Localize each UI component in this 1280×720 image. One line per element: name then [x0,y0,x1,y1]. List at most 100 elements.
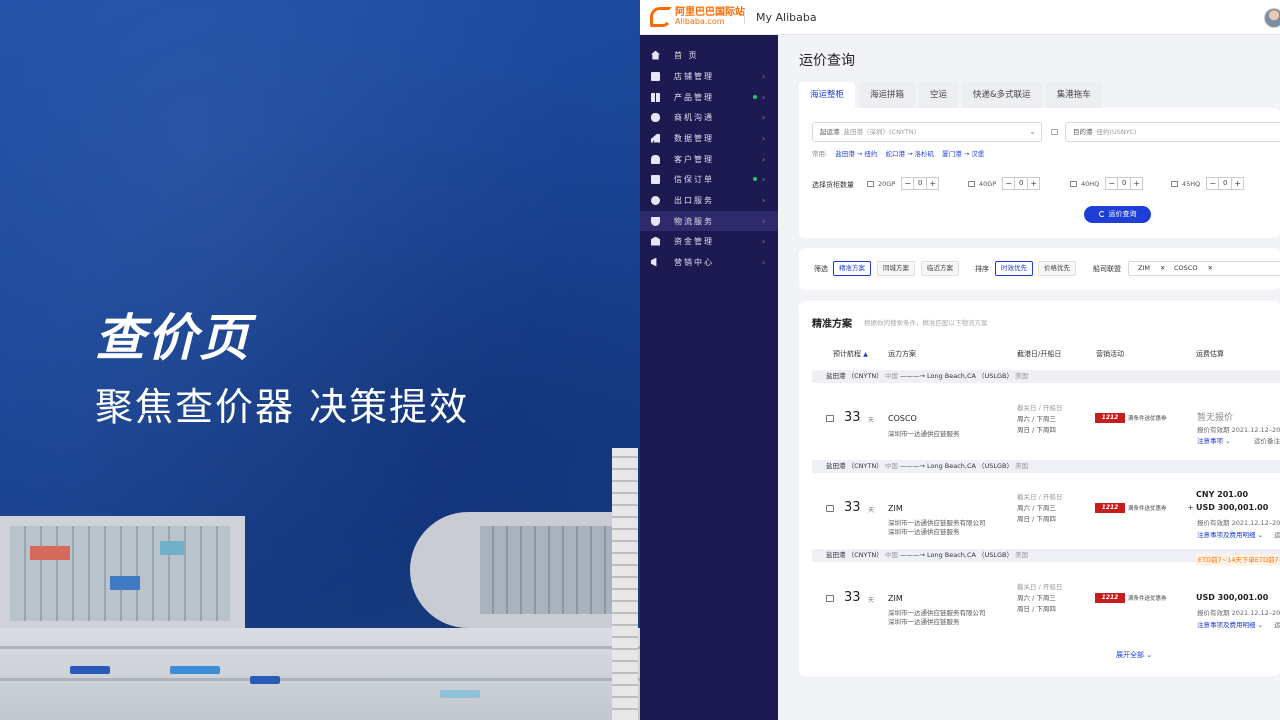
notification-dot [753,177,757,181]
avatar[interactable] [1264,8,1280,28]
minus-button[interactable]: − [1206,177,1220,190]
quantity-value[interactable]: 0 [1118,177,1131,190]
column-header-price: 运费估算 [1196,350,1224,358]
column-header-duration[interactable]: 预计航程 ▲ [833,349,868,359]
close-icon[interactable]: ✕ [1160,264,1165,272]
transit-days: 33 [844,410,861,425]
alibaba-logo[interactable]: 阿里巴巴国际站 Alibaba.com [650,7,745,27]
promo-badge[interactable]: 1212 满条件送优惠券 [1095,413,1167,423]
sidebar-item-customers[interactable]: 客户管理 › [640,149,778,169]
notes-link[interactable]: 注意事项 ⌄ [1197,435,1231,445]
sort-chip-time[interactable]: 时效优先 [995,261,1033,276]
sidebar-item-finance[interactable]: 资金管理 › [640,231,778,251]
minus-button[interactable]: − [1105,177,1119,190]
container-stack-image [0,516,245,631]
route-arrow: ———→ [899,462,925,470]
tab-lcl[interactable]: 海运拼箱 [859,82,916,108]
sidebar-item-orders[interactable]: 信保订单 › [640,169,778,189]
rate-remarks-link[interactable]: 运 [1274,529,1280,539]
sidebar-item-label: 营销中心 [674,257,714,267]
destination-port-select[interactable]: 目的港 纽约(USNYC) [1065,122,1280,142]
promo-badge[interactable]: 1212 满条件送优惠券 [1095,593,1167,603]
promo-badge[interactable]: 1212 满条件送优惠券 [1095,503,1167,513]
plus-button[interactable]: + [1231,177,1245,190]
rate-remarks-link[interactable]: 运价备注 ⓘ [1254,435,1280,445]
route-from: 盐田港 （CNYTN） [826,551,883,559]
expand-all-link[interactable]: 展开全部 ⌄ [1116,650,1152,660]
container-icon [968,180,975,187]
chevron-right-icon: › [762,112,766,122]
common-route-link[interactable]: 厦门港 → 汉堡 [942,150,984,158]
quantity-stepper: − 0 + [901,177,940,190]
sidebar-item-label: 店铺管理 [674,71,714,81]
quantity-value[interactable]: 0 [1015,177,1028,190]
sort-label: 排序 [975,265,989,273]
common-label: 常用: [812,150,828,158]
sidebar-item-data[interactable]: 数据管理 › [640,128,778,148]
minus-button[interactable]: − [1002,177,1016,190]
common-route-link[interactable]: 蛇口港 → 洛杉矶 [885,150,934,158]
logo-cn-text: 阿里巴巴国际站 [675,7,745,18]
price-estimate: 暂无报价 [1197,413,1234,423]
ship-route-icon [826,595,834,602]
route-to: Long Beach,CA （USLGB） [926,372,1014,380]
users-icon [651,154,660,164]
sidebar-item-marketing[interactable]: 营销中心 › [640,252,778,272]
search-rates-button[interactable]: 运价查询 [1084,206,1151,223]
alibaba-logo-icon [650,7,672,27]
rate-remarks-link[interactable]: 运 [1274,619,1280,629]
sidebar-item-chat[interactable]: 商机沟通 › [640,107,778,127]
sidebar-item-home[interactable]: 首 页 [640,45,778,65]
route-bar: 盐田港 （CNYTN） 中国 ———→ Long Beach,CA （USLGB… [812,460,1280,473]
origin-port-select[interactable]: 起运港 盐田港（深圳）(CNYTN) ⌄ [812,122,1042,142]
promo-1212-icon: 1212 [1095,503,1125,513]
route-country: 美国 [1015,551,1029,559]
tab-trucking[interactable]: 集港拖车 [1045,82,1102,108]
ship-route-icon [826,415,834,422]
filter-chip-samecity[interactable]: 同城方案 [877,261,915,276]
tab-express[interactable]: 快递&多式联运 [962,82,1042,108]
schedule-line: 周日 / 下周四 [1017,515,1056,523]
common-route-link[interactable]: 盐田港 → 纽约 [835,150,877,158]
tab-air[interactable]: 空运 [919,82,959,108]
route-arrow: ———→ [899,551,925,559]
promo-text: 满条件送优惠券 [1128,506,1167,512]
tab-fcl[interactable]: 海运整柜 [799,82,856,108]
filter-chip-nearby[interactable]: 临近方案 [921,261,959,276]
filter-chip-exact[interactable]: 精准方案 [833,261,871,276]
route-country: 中国 [884,551,898,559]
sidebar-item-export[interactable]: 出口服务 › [640,190,778,210]
app-name[interactable]: My Alibaba [756,11,817,24]
sidebar-item-products[interactable]: 产品管理 › [640,87,778,107]
notes-link[interactable]: 注意事项及费用明细 ⌄ [1197,619,1263,629]
plus-button[interactable]: + [1130,177,1144,190]
route-from: 盐田港 （CNYTN） [826,462,883,470]
notification-dot [753,95,757,99]
price-validity: 报价有效期 2021.12.12–2021 [1197,609,1280,617]
close-icon[interactable]: ✕ [1207,264,1212,272]
cargo-ship-image [410,512,625,628]
price-estimate: CNY 201.00 [1196,490,1249,499]
quantity-stepper: − 0 + [1105,177,1144,190]
route-from: 盐田港 （CNYTN） [826,372,883,380]
quantity-value[interactable]: 0 [914,177,927,190]
schedule-line: 周六 / 下周三 [1017,504,1056,512]
plus-button[interactable]: + [1027,177,1041,190]
plus-button[interactable]: + [926,177,940,190]
quantity-label: 选择货柜数量 [812,181,854,189]
schedule-line: 周日 / 下周四 [1017,605,1056,613]
sidebar-item-logistics[interactable]: 物流服务 › [640,211,778,231]
sort-chip-price[interactable]: 价格优先 [1038,261,1076,276]
sidebar-item-label: 客户管理 [674,154,714,164]
schedule-line: 周日 / 下周四 [1017,426,1056,434]
sidebar-item-label: 出口服务 [674,195,714,205]
minus-button[interactable]: − [901,177,915,190]
promo-1212-icon: 1212 [1095,593,1125,603]
sidebar-item-store[interactable]: 店铺管理 › [640,66,778,86]
notes-link[interactable]: 注意事项及费用明细 ⌄ [1197,529,1263,539]
carrier-select[interactable]: ZIM ✕ COSCO ✕ [1128,261,1280,276]
bar-chart-icon [651,133,660,143]
lock-icon [1051,129,1058,135]
quantity-value[interactable]: 0 [1219,177,1232,190]
results-title: 精准方案 [812,319,852,330]
